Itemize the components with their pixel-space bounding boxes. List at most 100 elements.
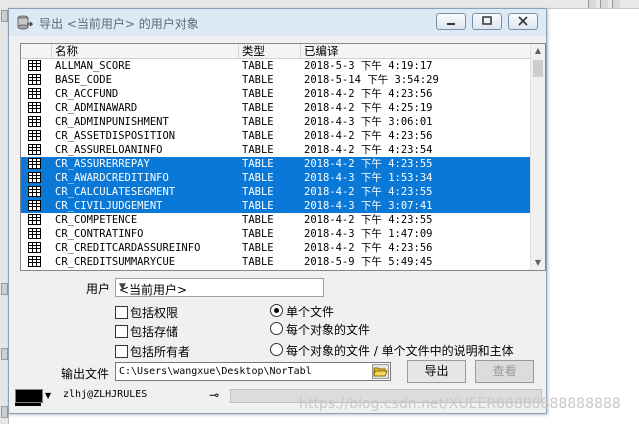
table-row[interactable]: CR_CREDITSUMMARYCUE TABLE 2018-5-9 下午 5:49… — [21, 255, 531, 269]
output-file-label: 输出文件 — [61, 367, 110, 381]
object-type: TABLE — [242, 158, 274, 170]
minimize-button[interactable] — [436, 13, 466, 30]
table-row[interactable]: ALLMAN_SCORE TABLE 2018-5-3 下午 4:19:17 — [21, 59, 531, 73]
vertical-scrollbar[interactable]: ▲ ▼ — [530, 44, 545, 270]
close-icon — [518, 16, 528, 26]
object-name: CR_CIVILJUDGEMENT — [55, 200, 163, 212]
table-row[interactable]: CR_CONTRATINFO TABLE 2018-4-3 下午 1:47:09 — [21, 227, 531, 241]
table-row[interactable]: CR_ACCFUND TABLE 2018-4-2 下午 4:23:56 — [21, 87, 531, 101]
object-name: CR_ADMINPUNISHMENT — [55, 116, 169, 128]
object-compiled: 2018-4-2 下午 4:23:56 — [304, 130, 433, 142]
object-type: TABLE — [242, 214, 274, 226]
object-list[interactable]: 名称 类型 已编译 ALLMAN_SCORE TABLE 2018-5-3 下午 4… — [20, 43, 546, 271]
object-type: TABLE — [242, 228, 274, 240]
table-icon — [28, 130, 41, 141]
table-row[interactable]: BASE_CODE TABLE 2018-5-14 下午 3:54:29 — [21, 73, 531, 87]
table-icon — [28, 186, 41, 197]
maximize-button[interactable] — [472, 13, 502, 30]
table-row[interactable]: CR_CIVILJUDGEMENT TABLE 2018-4-3 下午 3:07:4… — [21, 199, 531, 213]
table-row[interactable]: CR_COMPETENCE TABLE 2018-4-2 下午 4:23:55 — [21, 213, 531, 227]
object-name: CR_CONTRATINFO — [55, 228, 144, 240]
object-type: TABLE — [242, 102, 274, 114]
list-header: 名称 类型 已编译 — [21, 44, 531, 59]
maximize-icon — [482, 16, 492, 25]
browse-folder-button[interactable] — [372, 364, 389, 379]
pin-icon[interactable]: ⊸ — [209, 388, 219, 402]
object-name: CR_ASSURELOANINFO — [55, 144, 163, 156]
dropdown-arrow-icon[interactable]: ▼ — [45, 391, 51, 400]
include-permissions-label: 包括权限 — [130, 306, 179, 320]
table-row[interactable]: CR_ASSURELOANINFO TABLE 2018-4-2 下午 4:23:5… — [21, 143, 531, 157]
table-row[interactable]: CR_ADMINAWARD TABLE 2018-4-2 下午 4:25:19 — [21, 101, 531, 115]
header-type[interactable]: 类型 — [239, 44, 301, 58]
background-toolbar-icon — [612, 0, 620, 8]
view-button[interactable]: 查看 — [475, 360, 534, 383]
object-name: CR_ADMINAWARD — [55, 102, 138, 114]
table-icon — [28, 88, 41, 99]
table-icon — [28, 158, 41, 169]
file-per-object-radio[interactable] — [270, 322, 283, 335]
table-icon — [28, 144, 41, 155]
table-icon — [28, 60, 41, 71]
close-button[interactable] — [508, 13, 538, 30]
table-row[interactable]: CR_CREDITCARDASSUREINFO TABLE 2018-4-2 下午 … — [21, 241, 531, 255]
object-compiled: 2018-4-2 下午 4:23:55 — [304, 214, 433, 226]
object-name: BASE_CODE — [55, 74, 112, 86]
table-row[interactable]: CR_AWARDCREDITINFO TABLE 2018-4-3 下午 1:53:… — [21, 171, 531, 185]
title-bar[interactable]: 导出 <当前用户> 的用户对象 — [9, 9, 546, 36]
file-per-object-label: 每个对象的文件 — [286, 323, 371, 337]
table-icon — [28, 228, 41, 239]
single-file-radio[interactable] — [270, 304, 283, 317]
table-row[interactable]: CR_CALCULATESEGMENT TABLE 2018-4-2 下午 4:23… — [21, 185, 531, 199]
folder-open-icon — [373, 367, 388, 377]
table-row[interactable]: CR_ASSURERREPAY TABLE 2018-4-2 下午 4:23:55 — [21, 157, 531, 171]
user-select[interactable]: <当前用户> ▼ — [115, 278, 324, 297]
object-compiled: 2018-4-2 下午 4:23:56 — [304, 88, 433, 100]
header-icon-column[interactable] — [21, 44, 52, 58]
header-name[interactable]: 名称 — [52, 44, 239, 58]
object-type: TABLE — [242, 200, 274, 212]
object-type: TABLE — [242, 74, 274, 86]
color-swatch[interactable] — [15, 389, 43, 403]
watermark-text: https://blog.csdn.net/XUEER8888888888888… — [299, 396, 621, 412]
output-file-input[interactable]: C:\Users\wangxue\Desktop\NorTabl — [115, 362, 391, 381]
object-type: TABLE — [242, 186, 274, 198]
object-type: TABLE — [242, 256, 274, 268]
scroll-thumb[interactable] — [533, 60, 543, 77]
object-type: TABLE — [242, 116, 274, 128]
table-icon — [28, 74, 41, 85]
object-type: TABLE — [242, 60, 274, 72]
scroll-down-arrow-icon[interactable]: ▼ — [531, 256, 545, 270]
object-type: TABLE — [242, 242, 274, 254]
header-compiled[interactable]: 已编译 — [301, 44, 531, 58]
user-label: 用户 — [86, 282, 111, 296]
dialog-title: 导出 <当前用户> 的用户对象 — [39, 17, 199, 31]
database-icon — [17, 15, 33, 30]
file-per-object-spec-body-radio[interactable] — [270, 343, 283, 356]
color-swatch-underline — [15, 403, 41, 406]
object-compiled: 2018-4-2 下午 4:23:56 — [304, 242, 433, 254]
scroll-up-arrow-icon[interactable]: ▲ — [531, 44, 545, 58]
minimize-icon — [447, 23, 455, 25]
table-icon — [28, 172, 41, 183]
table-icon — [28, 200, 41, 211]
table-icon — [28, 256, 41, 267]
object-name: CR_CALCULATESEGMENT — [55, 186, 176, 198]
object-compiled: 2018-4-2 下午 4:25:19 — [304, 102, 433, 114]
file-per-object-spec-body-label: 每个对象的文件 / 单个文件中的说明和主体 — [286, 344, 514, 358]
include-owner-checkbox[interactable] — [115, 345, 128, 358]
table-icon — [28, 242, 41, 253]
export-button[interactable]: 导出 — [407, 360, 466, 383]
table-row[interactable]: CR_ADMINPUNISHMENT TABLE 2018-4-3 下午 3:06:… — [21, 115, 531, 129]
include-owner-label: 包括所有者 — [130, 345, 191, 359]
include-permissions-checkbox[interactable] — [115, 306, 128, 319]
chevron-down-icon: ▼ — [119, 282, 126, 292]
object-name: CR_ACCFUND — [55, 88, 119, 100]
single-file-label: 单个文件 — [286, 305, 335, 319]
object-type: TABLE — [242, 172, 274, 184]
output-file-path: C:\Users\wangxue\Desktop\NorTabl — [119, 366, 312, 377]
object-type: TABLE — [242, 144, 274, 156]
table-row[interactable]: CR_ASSETDISPOSITION TABLE 2018-4-2 下午 4:23… — [21, 129, 531, 143]
table-icon — [28, 102, 41, 113]
include-storage-checkbox[interactable] — [115, 325, 128, 338]
